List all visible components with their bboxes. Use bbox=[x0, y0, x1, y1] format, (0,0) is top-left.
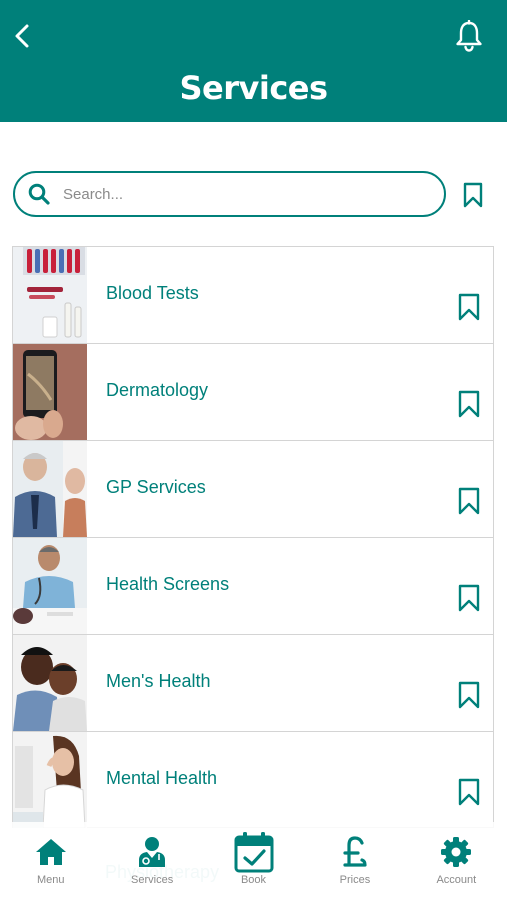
notifications-button[interactable] bbox=[453, 18, 485, 54]
nav-label: Menu bbox=[36, 874, 65, 886]
service-item-mental-health[interactable]: Mental Health bbox=[12, 731, 494, 828]
blood-tests-image bbox=[13, 247, 87, 343]
dermatology-image bbox=[13, 344, 87, 440]
service-item-blood-tests[interactable]: Blood Tests bbox=[12, 246, 494, 343]
bell-icon bbox=[456, 20, 482, 52]
nav-item-account[interactable]: Account bbox=[406, 822, 507, 900]
mens-health-image bbox=[13, 635, 87, 731]
service-label: Blood Tests bbox=[106, 283, 199, 303]
saved-filter-bookmark-icon[interactable] bbox=[462, 182, 484, 208]
back-button[interactable] bbox=[10, 20, 34, 52]
service-label: Mental Health bbox=[106, 768, 218, 788]
service-item-health-screens[interactable]: Health Screens bbox=[12, 537, 494, 634]
chevron-left-icon bbox=[15, 24, 29, 48]
nav-label: Account bbox=[436, 874, 477, 886]
nav-label: Prices bbox=[339, 874, 371, 886]
nav-item-prices[interactable]: Prices bbox=[304, 822, 405, 900]
pound-icon bbox=[343, 836, 367, 867]
bookmark-icon[interactable] bbox=[457, 293, 481, 321]
service-label: GP Services bbox=[106, 477, 206, 497]
page-title: Services bbox=[179, 69, 328, 107]
search-input[interactable] bbox=[63, 181, 423, 207]
service-label: Men's Health bbox=[106, 671, 211, 691]
nav-label: Services bbox=[131, 874, 174, 886]
search-box[interactable] bbox=[13, 171, 446, 217]
mental-health-image bbox=[13, 732, 87, 828]
app-header: Services bbox=[0, 0, 507, 122]
service-item-mens-health[interactable]: Men's Health bbox=[12, 634, 494, 731]
service-item-gp-services[interactable]: GP Services bbox=[12, 440, 494, 537]
nav-item-services[interactable]: Services bbox=[101, 822, 202, 900]
gp-services-image bbox=[13, 441, 87, 537]
service-label: Health Screens bbox=[106, 574, 230, 594]
health-screens-image bbox=[13, 538, 87, 634]
service-item-dermatology[interactable]: Dermatology bbox=[12, 343, 494, 440]
bookmark-icon[interactable] bbox=[457, 681, 481, 709]
home-icon bbox=[35, 839, 66, 865]
gear-icon bbox=[441, 837, 472, 867]
nav-item-menu[interactable]: Menu bbox=[0, 822, 101, 900]
nav-label: Book bbox=[240, 874, 267, 886]
nav-item-book[interactable]: Book bbox=[203, 822, 304, 900]
search-icon bbox=[28, 183, 50, 205]
bookmark-icon[interactable] bbox=[457, 584, 481, 612]
service-label: Dermatology bbox=[106, 380, 209, 400]
bottom-nav: Menu Services Book Prices Account bbox=[0, 822, 507, 900]
bookmark-icon[interactable] bbox=[457, 390, 481, 418]
bookmark-icon[interactable] bbox=[457, 487, 481, 515]
service-list: Blood Tests Dermatology GP Services Heal… bbox=[12, 246, 494, 828]
calendar-check-icon bbox=[234, 832, 274, 873]
doctor-icon bbox=[139, 837, 166, 867]
bookmark-icon[interactable] bbox=[457, 778, 481, 806]
